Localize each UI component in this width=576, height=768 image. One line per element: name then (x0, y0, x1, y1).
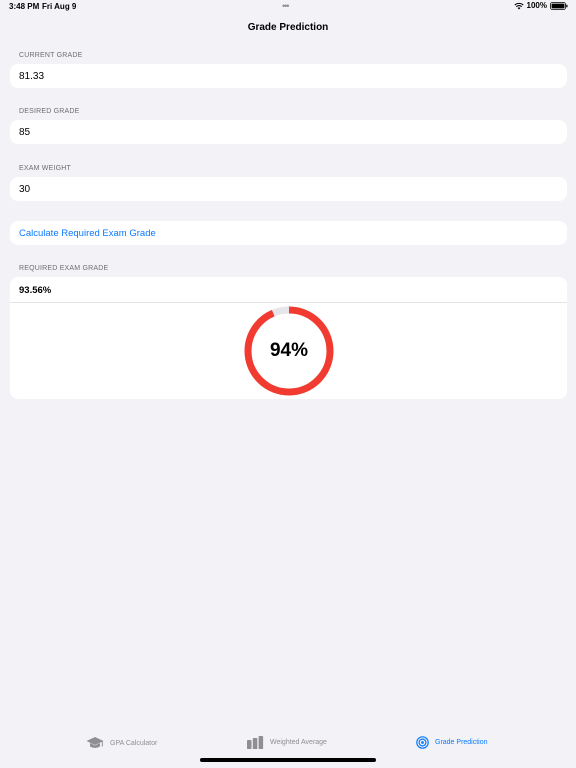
progress-ring: 94% (243, 305, 335, 397)
battery-percent: 100% (526, 1, 547, 10)
calculate-button-label: Calculate Required Exam Grade (19, 227, 156, 239)
status-indicators: 100% (513, 1, 568, 10)
status-date: Fri Aug 9 (42, 2, 77, 11)
battery-icon (550, 1, 568, 10)
graduation-cap-icon (86, 736, 104, 750)
tab-grade-prediction[interactable]: Grade Prediction (416, 736, 488, 749)
page-title: Grade Prediction (247, 22, 329, 33)
tab-bar: GPA Calculator Weighted Average Grade Pr… (0, 730, 576, 768)
wifi-icon (513, 2, 524, 10)
exam-weight-input[interactable] (10, 177, 567, 201)
desired-grade-input[interactable] (10, 120, 567, 144)
status-time: 3:48 PM (9, 2, 40, 11)
result-card: 93.56% 94% (10, 277, 567, 399)
required-exam-grade-label: REQUIRED EXAM GRADE (19, 265, 109, 272)
tab-gpa-calculator-label: GPA Calculator (110, 739, 158, 747)
tab-weighted-average-label: Weighted Average (270, 739, 327, 746)
calculate-button[interactable]: Calculate Required Exam Grade (10, 221, 567, 245)
current-grade-input[interactable] (10, 64, 567, 88)
tab-weighted-average[interactable]: Weighted Average (246, 736, 327, 749)
target-icon (416, 736, 429, 749)
current-grade-label: CURRENT GRADE (19, 52, 83, 59)
progress-ring-percent: 94% (269, 340, 309, 361)
tab-gpa-calculator[interactable]: GPA Calculator (86, 736, 157, 750)
desired-grade-label: DESIRED GRADE (19, 108, 80, 115)
bar-chart-icon (246, 736, 264, 749)
required-exam-grade-value: 93.56% (19, 285, 52, 296)
status-bar: 3:48 PM Fri Aug 9 ••• 100% (0, 0, 576, 14)
multitasking-dots-icon[interactable]: ••• (282, 1, 290, 11)
tab-grade-prediction-label: Grade Prediction (435, 739, 488, 746)
app-screen: 3:48 PM Fri Aug 9 ••• 100% Grade Predict… (0, 0, 576, 768)
divider (10, 302, 567, 303)
home-indicator[interactable] (200, 758, 376, 762)
exam-weight-label: EXAM WEIGHT (19, 165, 71, 172)
